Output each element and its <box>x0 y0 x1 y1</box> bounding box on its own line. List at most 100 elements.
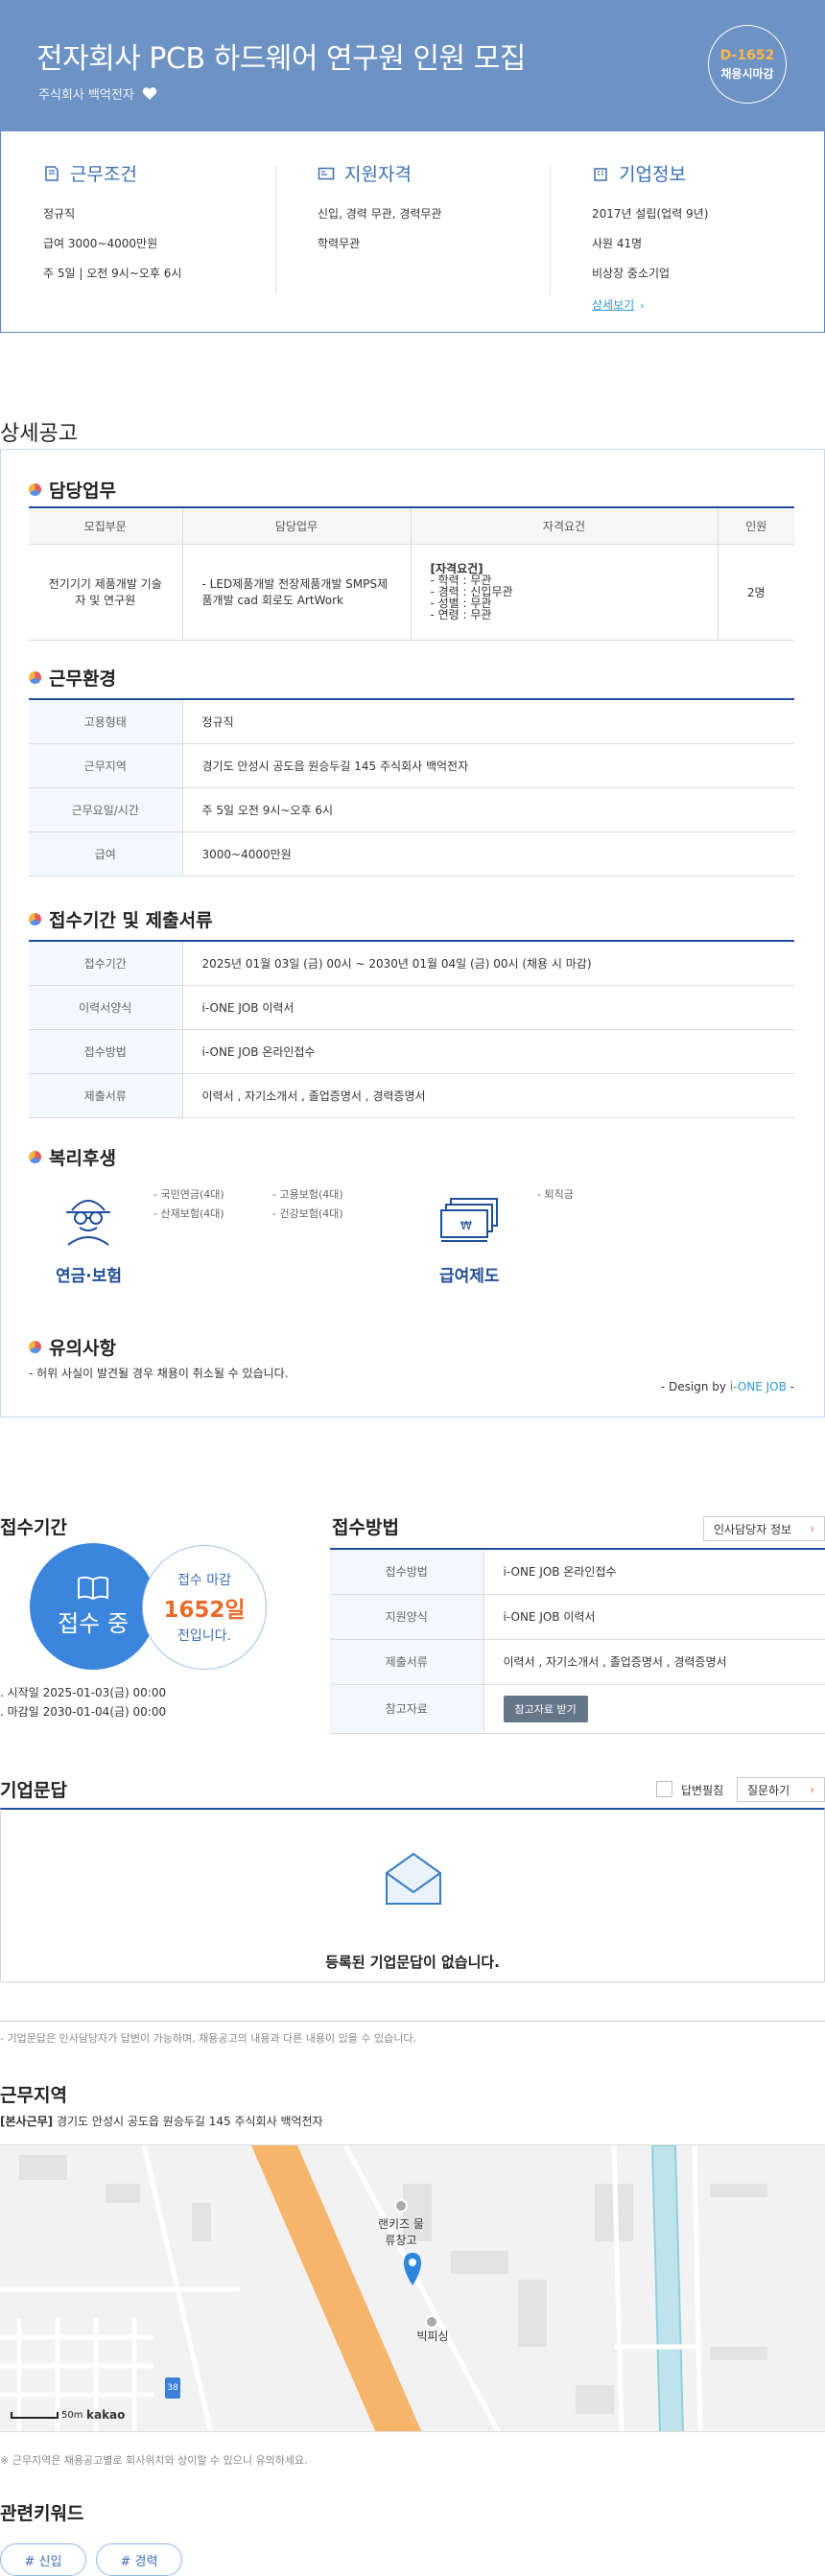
welfare-heading: 복리후생 <box>29 1144 116 1170</box>
duty-requirements: [자격요건] - 학력 : 무관 - 경력 : 신입무관 - 성별 : 무관 -… <box>411 544 719 641</box>
qa-empty-message: 등록된 기업문답이 없습니다. <box>325 1954 500 1971</box>
keyword-tag[interactable]: # 경력 <box>96 2543 182 2576</box>
job-header: 전자회사 PCB 하드웨어 연구원 인원 모집 주식회사 백억전자 D-1652… <box>0 0 825 131</box>
design-brand[interactable]: i-ONE JOB <box>730 1380 787 1393</box>
welfare-item: - 퇴직금 <box>537 1188 574 1201</box>
company-name[interactable]: 주식회사 백억전자 <box>38 84 157 103</box>
heart-icon[interactable] <box>142 86 157 101</box>
work-conditions-heading: 근무조건 <box>43 160 275 186</box>
table-row: 근무요일/시간 주 5일 오전 9시~오후 6시 <box>29 787 794 832</box>
answered-label: 답변필침 <box>681 1784 724 1797</box>
summary-work-conditions: 근무조건 정규직 급여 3000~4000만원 주 5일 | 오전 9시~오후 … <box>1 131 275 332</box>
welfare-label-salary: 급여제도 <box>439 1267 500 1286</box>
table-row: 이력서양식 i-ONE JOB 이력서 <box>29 985 794 1030</box>
row-value: 참고자료 받기 <box>483 1684 825 1734</box>
row-key: 접수방법 <box>29 1029 183 1074</box>
row-key: 근무요일/시간 <box>29 787 183 832</box>
row-value: 정규직 <box>182 699 794 744</box>
map[interactable]: 랜키즈 물류창고 빅피싱 38 50m kakao <box>0 2144 825 2432</box>
environment-title: 근무환경 <box>49 668 116 690</box>
period-dates: . 시작일 2025-01-03(금) 00:00 . 마감일 2030-01-… <box>0 1683 166 1721</box>
duty-part: 전기기기 제품개발 기술자 및 연구원 <box>29 544 183 641</box>
duties-heading: 담당업무 <box>29 477 116 503</box>
qa-title: 기업문답 <box>0 1780 67 1801</box>
row-value: i-ONE JOB 온라인접수 <box>483 1549 825 1595</box>
book-icon <box>78 1576 108 1600</box>
poi-icon <box>425 2315 438 2329</box>
summary-value: 신입, 경력 무관, 경력무관 <box>318 207 442 221</box>
table-row: 제출서류 이력서 , 자기소개서 , 졸업증명서 , 경력증명서 <box>29 1073 794 1118</box>
keywords-title: 관련키워드 <box>0 2503 84 2524</box>
table-row: 접수기간 2025년 01월 03일 (금) 00시 ~ 2030년 01월 04… <box>29 941 794 986</box>
road-sign: 38 <box>165 2377 180 2399</box>
svg-text:₩: ₩ <box>460 1219 472 1232</box>
summary-value: 비상장 중소기업 <box>592 267 671 280</box>
row-value: i-ONE JOB 온라인접수 <box>182 1029 794 1074</box>
hr-info-button[interactable]: 인사담당자 정보 › <box>703 1516 825 1541</box>
submission-title: 접수기간 및 제출서류 <box>49 910 213 931</box>
dday-badge: D-1652 채용시마감 <box>708 25 787 104</box>
row-key: 급여 <box>29 831 183 877</box>
duties-title: 담당업무 <box>49 480 116 502</box>
ask-question-label: 질문하기 <box>747 1783 790 1797</box>
welfare-label-pension: 연금·보험 <box>56 1267 123 1286</box>
location-title: 근무지역 <box>0 2085 67 2106</box>
hr-info-label: 인사담당자 정보 <box>714 1522 792 1536</box>
bullet-icon <box>29 671 41 684</box>
keyword-tag[interactable]: # 신입 <box>0 2543 86 2576</box>
location-note: ※ 근무지역은 채용공고별로 회사위치와 상이할 수 있으니 유의하세요. <box>0 2454 308 2467</box>
design-credit: - Design by i-ONE JOB - <box>661 1380 794 1393</box>
location-tag: [본사근무] <box>0 2115 54 2128</box>
salary-bills-icon: ₩ <box>440 1198 498 1242</box>
location-address-text: 경기도 안성시 공도읍 원승두길 145 주식회사 백억전자 <box>56 2115 323 2128</box>
period-title: 접수기간 <box>0 1517 67 1538</box>
id-card-icon <box>318 167 335 179</box>
table-row: 접수방법 i-ONE JOB 온라인접수 <box>330 1549 825 1595</box>
company-name-text: 주식회사 백억전자 <box>38 88 134 103</box>
pension-person-icon <box>66 1200 110 1246</box>
table-row: 전기기기 제품개발 기술자 및 연구원 - LED제품개발 전장제품개발 SMP… <box>29 544 794 641</box>
submission-table: 접수기간 2025년 01월 03일 (금) 00시 ~ 2030년 01월 04… <box>29 940 794 1118</box>
period-start-text: 시작일 2025-01-03(금) 00:00 <box>7 1686 167 1699</box>
environment-table: 고용형태 정규직 근무지역 경기도 안성시 공도읍 원승두길 145 주식회사 백억… <box>29 698 794 877</box>
period-end-text: 마감일 2030-01-04(금) 00:00 <box>7 1705 167 1719</box>
duty-description: - LED제품개발 전장제품개발 SMPS제품개발 cad 회로도 ArtWor… <box>182 544 412 641</box>
ask-question-button[interactable]: 질문하기 › <box>737 1777 825 1802</box>
map-canvas[interactable] <box>0 2145 825 2432</box>
row-key: 참고자료 <box>330 1684 484 1734</box>
answered-checkbox[interactable] <box>656 1781 672 1797</box>
location-address: [본사근무] 경기도 안성시 공도읍 원승두길 145 주식회사 백억전자 <box>0 2113 323 2129</box>
chevron-right-icon: › <box>810 1783 814 1796</box>
summary-company-info: 기업정보 2017년 설립(업력 9년) 사원 41명 비상장 중소기업 상세보… <box>550 131 824 332</box>
bullet-icon <box>29 1341 41 1353</box>
summary-value: 정규직 <box>43 207 76 221</box>
summary-value: 학력무관 <box>318 237 361 250</box>
chevron-right-icon: › <box>640 299 645 312</box>
environment-heading: 근무환경 <box>29 665 116 691</box>
document-icon <box>45 165 59 181</box>
summary-value: 주 5일 | 오전 9시~오후 6시 <box>43 267 182 280</box>
table-row: 제출서류 이력서 , 자기소개서 , 졸업증명서 , 경력증명서 <box>330 1639 825 1685</box>
table-row: 접수방법 i-ONE JOB 온라인접수 <box>29 1029 794 1074</box>
welfare-title: 복리후생 <box>49 1148 116 1169</box>
table-header: 담당업무 <box>182 507 412 545</box>
row-value: 2025년 01월 03일 (금) 00시 ~ 2030년 01월 04일 (금… <box>182 941 794 986</box>
period-end: . 마감일 2030-01-04(금) 00:00 <box>0 1705 167 1719</box>
download-reference-button[interactable]: 참고자료 받기 <box>503 1695 588 1722</box>
map-brand[interactable]: kakao <box>86 2408 125 2422</box>
row-value: 경기도 안성시 공도읍 원승두길 145 주식회사 백억전자 <box>182 743 794 788</box>
row-key: 이력서양식 <box>29 985 183 1030</box>
bullet-icon <box>29 483 41 496</box>
method-title: 접수방법 <box>332 1517 399 1538</box>
status-circle: 접수 중 <box>30 1543 156 1670</box>
table-row: 근무지역 경기도 안성시 공도읍 원승두길 145 주식회사 백억전자 <box>29 743 794 788</box>
company-detail-link[interactable]: 상세보기 <box>592 298 634 312</box>
summary-box: 근무조건 정규직 급여 3000~4000만원 주 5일 | 오전 9시~오후 … <box>0 131 825 333</box>
poi-icon <box>394 2199 408 2213</box>
row-value: 이력서 , 자기소개서 , 졸업증명서 , 경력증명서 <box>182 1073 794 1118</box>
duties-table: 모집부문 담당업무 자격요건 인원 전기기기 제품개발 기술자 및 연구원 - … <box>29 506 794 641</box>
table-header: 인원 <box>718 507 794 545</box>
summary-qualifications: 지원자격 신입, 경력 무관, 경력무관 학력무관 <box>275 131 550 332</box>
detail-section-title: 상세공고 <box>0 422 78 446</box>
row-key: 지원양식 <box>330 1594 484 1640</box>
